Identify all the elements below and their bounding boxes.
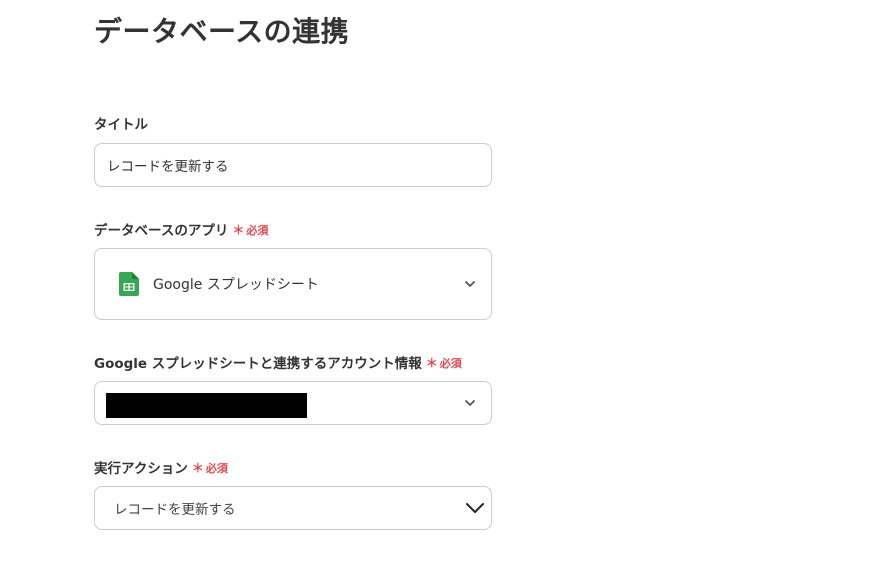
required-asterisk: ＊ (232, 223, 245, 237)
required-badge: ＊必須 (232, 220, 268, 241)
title-input[interactable]: レコードを更新する (94, 143, 492, 187)
form-page: データベースの連携 タイトル レコードを更新する データベースのアプリ＊必須 G… (0, 0, 892, 566)
title-label-text: タイトル (94, 117, 148, 133)
title-input-value: レコードを更新する (107, 159, 229, 175)
chevron-down-icon (465, 400, 475, 406)
account-label-text: Google スプレッドシートと連携するアカウント情報 (94, 356, 422, 372)
required-badge: ＊必須 (192, 458, 228, 479)
database-app-select[interactable]: Google スプレッドシート (94, 248, 492, 320)
chevron-down-icon (465, 281, 475, 287)
database-app-label: データベースのアプリ＊必須 (94, 220, 268, 241)
action-label-text: 実行アクション (94, 461, 188, 477)
action-label: 実行アクション＊必須 (94, 458, 228, 479)
chevron-down-icon (466, 503, 484, 513)
required-text: 必須 (246, 224, 269, 237)
page-title: データベースの連携 (94, 15, 350, 48)
title-field-label: タイトル (94, 115, 148, 135)
required-asterisk: ＊ (191, 461, 204, 475)
database-app-label-text: データベースのアプリ (94, 223, 229, 239)
google-sheets-icon (119, 272, 139, 296)
required-badge: ＊必須 (426, 353, 462, 374)
database-app-value: Google スプレッドシート (153, 277, 319, 293)
redacted-account-value (106, 393, 307, 418)
action-select-value: レコードを更新する (114, 502, 236, 518)
account-select[interactable] (94, 381, 492, 425)
required-text: 必須 (205, 462, 228, 475)
action-select[interactable]: レコードを更新する (94, 486, 492, 530)
account-label: Google スプレッドシートと連携するアカウント情報＊必須 (94, 353, 462, 374)
required-asterisk: ＊ (425, 356, 438, 370)
required-text: 必須 (439, 357, 462, 370)
